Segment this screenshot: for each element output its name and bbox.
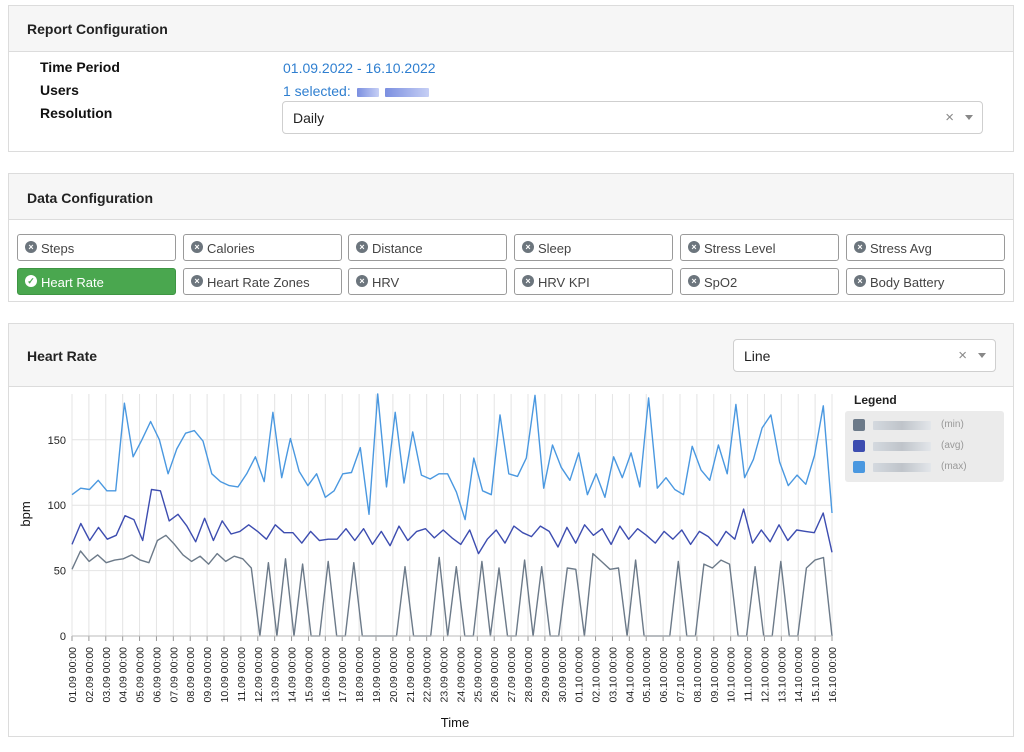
x-tick-label: 11.09 00:00 xyxy=(236,647,248,702)
chart-legend: (min) (avg) (max) xyxy=(845,411,1004,482)
x-tick-label: 10.10 00:00 xyxy=(726,647,738,703)
legend-swatch xyxy=(853,419,865,431)
y-tick-label: 50 xyxy=(54,566,66,578)
x-tick-label: 16.09 00:00 xyxy=(320,647,332,703)
x-tick-label: 22.09 00:00 xyxy=(422,647,434,703)
x-tick-label: 04.09 00:00 xyxy=(118,647,130,703)
x-tick-label: 23.09 00:00 xyxy=(439,647,451,703)
x-tick-label: 20.09 00:00 xyxy=(388,647,400,703)
legend-item-max[interactable]: (max) xyxy=(853,460,1003,474)
y-tick-label: 0 xyxy=(60,631,66,643)
x-tick-label: 05.09 00:00 xyxy=(135,647,147,703)
y-axis-label: bpm xyxy=(18,501,33,526)
x-tick-label: 21.09 00:00 xyxy=(405,647,417,703)
x-tick-label: 10.09 00:00 xyxy=(219,647,231,703)
x-tick-label: 15.10 00:00 xyxy=(810,647,822,703)
y-tick-label: 150 xyxy=(48,435,66,447)
x-tick-label: 04.10 00:00 xyxy=(624,647,636,703)
x-tick-label: 16.10 00:00 xyxy=(827,647,839,703)
legend-item-min[interactable]: (min) xyxy=(853,418,1003,432)
series-line-avg xyxy=(71,488,833,555)
legend-item-avg[interactable]: (avg) xyxy=(853,439,1003,453)
x-tick-label: 01.09 00:00 xyxy=(67,647,79,703)
redacted-user-name xyxy=(873,421,931,430)
y-tick-label: 100 xyxy=(48,500,66,512)
x-tick-label: 13.09 00:00 xyxy=(270,647,282,703)
legend-suffix: (min) xyxy=(941,419,964,430)
series-line-min xyxy=(71,534,833,637)
x-tick-label: 30.09 00:00 xyxy=(557,647,569,703)
x-tick-label: 18.09 00:00 xyxy=(354,647,366,703)
x-tick-label: 13.10 00:00 xyxy=(776,647,788,703)
x-tick-label: 07.09 00:00 xyxy=(168,647,180,703)
legend-title: Legend xyxy=(854,393,897,407)
x-tick-label: 02.09 00:00 xyxy=(84,647,96,703)
x-tick-label: 28.09 00:00 xyxy=(523,647,535,703)
redacted-user-name xyxy=(873,442,931,451)
x-tick-label: 09.09 00:00 xyxy=(202,647,214,703)
x-tick-label: 07.10 00:00 xyxy=(675,647,687,703)
x-tick-label: 02.10 00:00 xyxy=(591,647,603,703)
x-tick-label: 05.10 00:00 xyxy=(641,647,653,703)
x-tick-label: 09.10 00:00 xyxy=(709,647,721,703)
x-tick-label: 27.09 00:00 xyxy=(506,647,518,703)
x-tick-label: 14.09 00:00 xyxy=(287,647,299,703)
x-tick-label: 06.09 00:00 xyxy=(151,647,163,703)
x-tick-label: 17.09 00:00 xyxy=(337,647,349,703)
chart-series xyxy=(71,393,833,637)
legend-swatch xyxy=(853,440,865,452)
redacted-user-name xyxy=(873,463,931,472)
x-tick-label: 08.09 00:00 xyxy=(185,647,197,703)
x-tick-label: 19.09 00:00 xyxy=(371,647,383,703)
x-tick-label: 08.10 00:00 xyxy=(692,647,704,703)
legend-suffix: (max) xyxy=(941,461,967,472)
x-tick-label: 29.09 00:00 xyxy=(540,647,552,703)
x-tick-label: 25.09 00:00 xyxy=(472,647,484,703)
x-tick-label: 03.10 00:00 xyxy=(607,647,619,703)
x-tick-label: 12.10 00:00 xyxy=(759,647,771,703)
x-tick-label: 01.10 00:00 xyxy=(574,647,586,703)
x-tick-label: 12.09 00:00 xyxy=(253,647,265,703)
x-tick-label: 11.10 00:00 xyxy=(743,647,755,702)
x-axis-label: Time xyxy=(441,715,469,730)
series-line-max xyxy=(71,393,833,521)
x-tick-label: 03.09 00:00 xyxy=(101,647,113,703)
legend-swatch xyxy=(853,461,865,473)
legend-suffix: (avg) xyxy=(941,440,964,451)
heart-rate-line-chart: 01.09 00:00 02.09 00:00 03.09 00:00 04.09 0… xyxy=(18,393,839,730)
x-tick-label: 26.09 00:00 xyxy=(489,647,501,703)
x-tick-label: 24.09 00:00 xyxy=(455,647,467,703)
x-tick-label: 06.10 00:00 xyxy=(658,647,670,703)
x-tick-label: 14.10 00:00 xyxy=(793,647,805,703)
x-tick-label: 15.09 00:00 xyxy=(303,647,315,703)
